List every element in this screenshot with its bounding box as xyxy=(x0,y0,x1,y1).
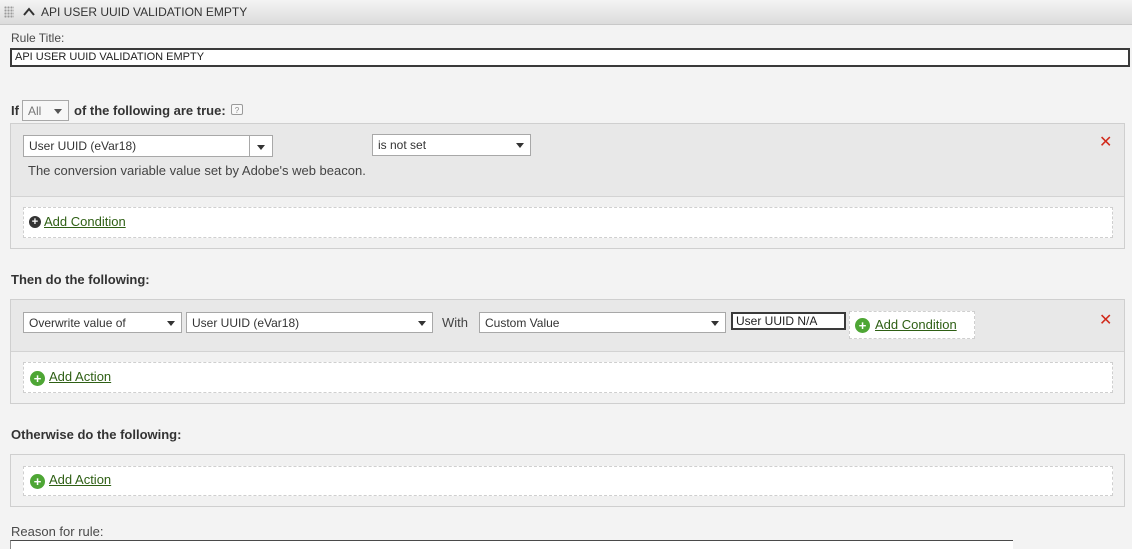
chevron-down-icon xyxy=(167,321,175,326)
action-type-value: Overwrite value of xyxy=(29,316,126,330)
action-variable-value: User UUID (eVar18) xyxy=(192,316,300,330)
action-variable-select[interactable]: User UUID (eVar18) xyxy=(186,312,433,333)
condition-operator-value: is not set xyxy=(378,138,427,152)
value-type-value: Custom Value xyxy=(485,316,560,330)
plus-circle-icon[interactable]: + xyxy=(30,474,45,489)
reason-textarea[interactable] xyxy=(10,540,1013,549)
otherwise-section-label: Otherwise do the following: xyxy=(11,427,182,442)
match-all-value: All xyxy=(28,104,42,118)
help-icon[interactable]: ? xyxy=(231,104,243,115)
rule-header-bar[interactable]: API USER UUID VALIDATION EMPTY xyxy=(0,0,1132,25)
reason-label: Reason for rule: xyxy=(11,524,104,539)
add-condition-link[interactable]: Add Condition xyxy=(44,214,126,229)
chevron-down-icon xyxy=(516,143,524,148)
chevron-up-icon[interactable] xyxy=(22,6,36,18)
chevron-down-icon xyxy=(711,321,719,326)
then-section-label: Then do the following: xyxy=(11,272,150,287)
otherwise-add-action-link[interactable]: Add Action xyxy=(49,472,111,487)
chevron-down-icon xyxy=(257,145,265,150)
plus-circle-icon[interactable]: + xyxy=(855,318,870,333)
action-add-condition-link[interactable]: Add Condition xyxy=(875,317,957,332)
then-add-action-link[interactable]: Add Action xyxy=(49,369,111,384)
with-label: With xyxy=(442,315,468,330)
condition-description: The conversion variable value set by Ado… xyxy=(28,163,366,178)
condition-operator-select[interactable]: is not set xyxy=(372,134,531,156)
rule-header-title: API USER UUID VALIDATION EMPTY xyxy=(41,5,248,19)
remove-action-icon[interactable]: ✕ xyxy=(1099,313,1112,329)
action-type-select[interactable]: Overwrite value of xyxy=(23,312,182,333)
remove-condition-icon[interactable]: ✕ xyxy=(1099,135,1112,151)
condition-variable-dropdown-button[interactable] xyxy=(249,135,273,157)
rule-title-label: Rule Title: xyxy=(11,31,65,45)
rule-title-input[interactable]: API USER UUID VALIDATION EMPTY xyxy=(10,48,1130,67)
otherwise-add-action-box xyxy=(23,466,1113,496)
if-label: If xyxy=(11,103,19,118)
condition-variable-select[interactable]: User UUID (eVar18) xyxy=(23,135,250,157)
match-all-select[interactable]: All xyxy=(22,100,69,121)
chevron-down-icon xyxy=(418,321,426,326)
plus-circle-icon[interactable]: + xyxy=(30,371,45,386)
following-true-label: of the following are true: xyxy=(74,103,226,118)
add-condition-box xyxy=(23,207,1113,238)
drag-handle-icon[interactable] xyxy=(4,6,14,18)
then-add-action-box xyxy=(23,362,1113,393)
plus-circle-icon[interactable]: + xyxy=(29,216,41,228)
chevron-down-icon xyxy=(54,109,62,114)
custom-value-input[interactable]: User UUID N/A xyxy=(731,312,846,330)
value-type-select[interactable]: Custom Value xyxy=(479,312,726,333)
condition-variable-value: User UUID (eVar18) xyxy=(29,139,137,153)
